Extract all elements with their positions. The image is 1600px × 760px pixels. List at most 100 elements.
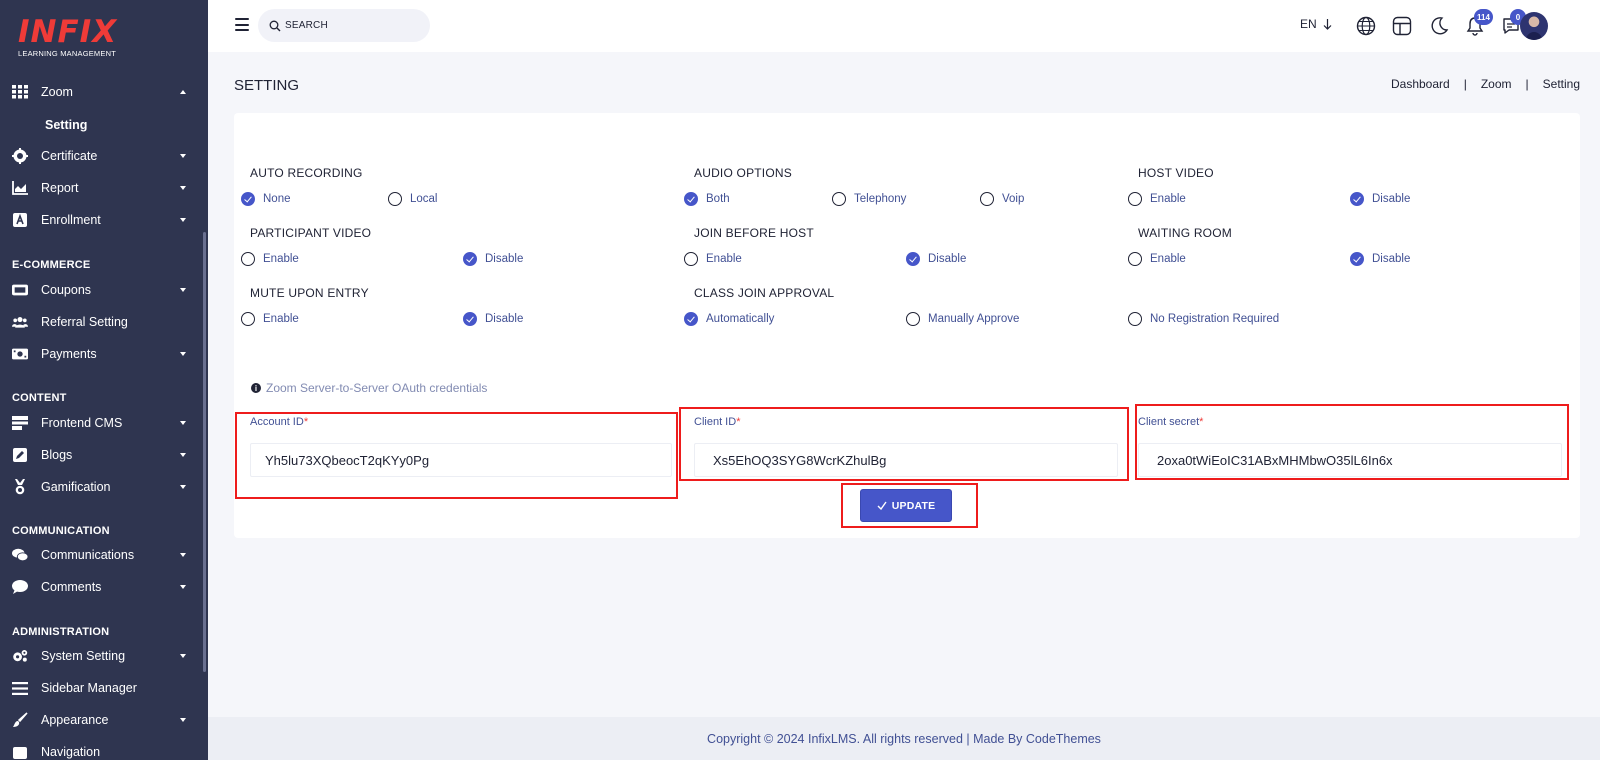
- language-label: EN: [1300, 17, 1317, 31]
- radio-unchecked-icon: [906, 312, 920, 326]
- host-video-title: HOST VIDEO: [1138, 166, 1214, 180]
- radio-label: No Registration Required: [1150, 313, 1280, 325]
- approval-no-registration-radio[interactable]: No Registration Required: [1128, 312, 1279, 326]
- auto-recording-title: AUTO RECORDING: [250, 166, 363, 180]
- join-before-host-title: JOIN BEFORE HOST: [694, 226, 814, 240]
- approval-automatically-radio[interactable]: Automatically: [684, 312, 774, 326]
- radio-checked-icon: [1350, 252, 1364, 266]
- page-title: SETTING: [234, 77, 300, 94]
- chart-icon: [12, 180, 28, 196]
- join-before-host-disable-radio[interactable]: Disable: [906, 252, 966, 266]
- comment-icon: [12, 579, 28, 595]
- waiting-room-enable-radio[interactable]: Enable: [1128, 252, 1186, 266]
- sidebar-item-certificate[interactable]: Certificate: [0, 141, 205, 171]
- join-before-host-enable-radio[interactable]: Enable: [684, 252, 742, 266]
- sidebar-item-comments[interactable]: Comments: [0, 572, 205, 602]
- sidebar-item-referral[interactable]: Referral Setting: [0, 307, 205, 337]
- sidebar-item-blogs[interactable]: Blogs: [0, 440, 205, 470]
- sidebar-item-system-setting[interactable]: System Setting: [0, 641, 205, 671]
- mute-upon-entry-enable-radio[interactable]: Enable: [241, 312, 299, 326]
- sidebar-item-sidebar-manager[interactable]: Sidebar Manager: [0, 673, 205, 703]
- search-icon: [269, 19, 281, 32]
- top-header: EN 114 0: [208, 0, 1600, 52]
- sidebar-item-label: Enrollment: [41, 213, 101, 227]
- account-id-input[interactable]: [250, 443, 672, 477]
- audio-both-radio[interactable]: Both: [684, 192, 730, 206]
- radio-unchecked-icon: [684, 252, 698, 266]
- participant-video-enable-radio[interactable]: Enable: [241, 252, 299, 266]
- auto-recording-local-radio[interactable]: Local: [388, 192, 438, 206]
- radio-checked-icon: [684, 312, 698, 326]
- calendar-icon: [12, 744, 28, 760]
- audio-telephony-radio[interactable]: Telephony: [832, 192, 906, 206]
- update-button[interactable]: UPDATE: [860, 489, 952, 522]
- breadcrumb-dashboard[interactable]: Dashboard: [1391, 77, 1450, 91]
- sidebar-item-payments[interactable]: Payments: [0, 339, 205, 369]
- enrollment-icon: [12, 212, 28, 228]
- search-input[interactable]: [285, 15, 420, 36]
- audio-options-title: AUDIO OPTIONS: [694, 166, 792, 180]
- radio-unchecked-icon: [1128, 312, 1142, 326]
- approval-manually-radio[interactable]: Manually Approve: [906, 312, 1019, 326]
- sidebar-item-label: Appearance: [41, 713, 109, 727]
- breadcrumb-separator: |: [1525, 77, 1529, 91]
- chevron-down-icon: [180, 421, 186, 425]
- client-secret-label-text: Client secret: [1138, 416, 1200, 428]
- notification-bell-icon[interactable]: 114: [1465, 9, 1493, 36]
- sidebar-subitem-setting[interactable]: Setting: [0, 110, 205, 140]
- radio-unchecked-icon: [980, 192, 994, 206]
- radio-checked-icon: [684, 192, 698, 206]
- sidebar-item-coupons[interactable]: Coupons: [0, 275, 205, 305]
- sidebar-item-label: Blogs: [41, 448, 73, 462]
- host-video-disable-radio[interactable]: Disable: [1350, 192, 1410, 206]
- class-join-approval-title: CLASS JOIN APPROVAL: [694, 286, 835, 300]
- auto-recording-none-radio[interactable]: None: [241, 192, 291, 206]
- client-id-label: Client ID*: [694, 416, 740, 428]
- radio-label: Disable: [928, 253, 967, 265]
- chevron-down-icon: [180, 288, 186, 292]
- sidebar-item-gamification[interactable]: Gamification: [0, 472, 205, 502]
- sidebar-item-report[interactable]: Report: [0, 173, 205, 203]
- sidebar-item-communications[interactable]: Communications: [0, 540, 205, 570]
- menu-toggle-icon[interactable]: [235, 18, 249, 31]
- sidebar-item-enrollment[interactable]: Enrollment: [0, 205, 205, 235]
- sidebar-item-appearance[interactable]: Appearance: [0, 705, 205, 735]
- radio-checked-icon: [463, 312, 477, 326]
- credentials-info: i Zoom Server-to-Server OAuth credential…: [251, 381, 487, 395]
- sidebar-item-navigation[interactable]: Navigation: [0, 737, 205, 760]
- sidebar-section-content: CONTENT: [12, 392, 67, 404]
- mute-upon-entry-disable-radio[interactable]: Disable: [463, 312, 523, 326]
- radio-unchecked-icon: [241, 312, 255, 326]
- client-id-input[interactable]: [694, 443, 1118, 477]
- sidebar-item-label: Comments: [41, 580, 102, 594]
- radio-checked-icon: [241, 192, 255, 206]
- sidebar-scrollbar[interactable]: [203, 232, 206, 672]
- audio-voip-radio[interactable]: Voip: [980, 192, 1024, 206]
- radio-checked-icon: [1350, 192, 1364, 206]
- chevron-down-icon: [180, 218, 186, 222]
- sidebar: INFIX LEARNING MANAGEMENT Zoom Setting C…: [0, 0, 208, 760]
- host-video-enable-radio[interactable]: Enable: [1128, 192, 1186, 206]
- sidebar-item-frontend-cms[interactable]: Frontend CMS: [0, 408, 205, 438]
- radio-label: Enable: [1150, 253, 1186, 265]
- breadcrumb-setting[interactable]: Setting: [1543, 77, 1580, 91]
- globe-icon[interactable]: [1356, 16, 1376, 36]
- layout-icon[interactable]: [1392, 16, 1412, 36]
- moon-icon[interactable]: [1429, 16, 1449, 36]
- sidebar-item-zoom[interactable]: Zoom: [0, 77, 205, 107]
- message-icon[interactable]: 0: [1501, 9, 1526, 36]
- user-avatar[interactable]: [1520, 12, 1548, 40]
- participant-video-disable-radio[interactable]: Disable: [463, 252, 523, 266]
- waiting-room-title: WAITING ROOM: [1138, 226, 1232, 240]
- language-selector[interactable]: EN: [1300, 17, 1332, 31]
- radio-unchecked-icon: [388, 192, 402, 206]
- gears-icon: [12, 648, 28, 664]
- waiting-room-disable-radio[interactable]: Disable: [1350, 252, 1410, 266]
- sidebar-item-label: Coupons: [41, 283, 92, 297]
- search-box: [258, 9, 430, 42]
- breadcrumb-zoom[interactable]: Zoom: [1481, 77, 1512, 91]
- logo-text: INFIX: [18, 14, 118, 50]
- sidebar-item-label: Communications: [41, 548, 135, 562]
- logo[interactable]: INFIX LEARNING MANAGEMENT: [18, 16, 138, 60]
- client-secret-input[interactable]: [1138, 443, 1562, 477]
